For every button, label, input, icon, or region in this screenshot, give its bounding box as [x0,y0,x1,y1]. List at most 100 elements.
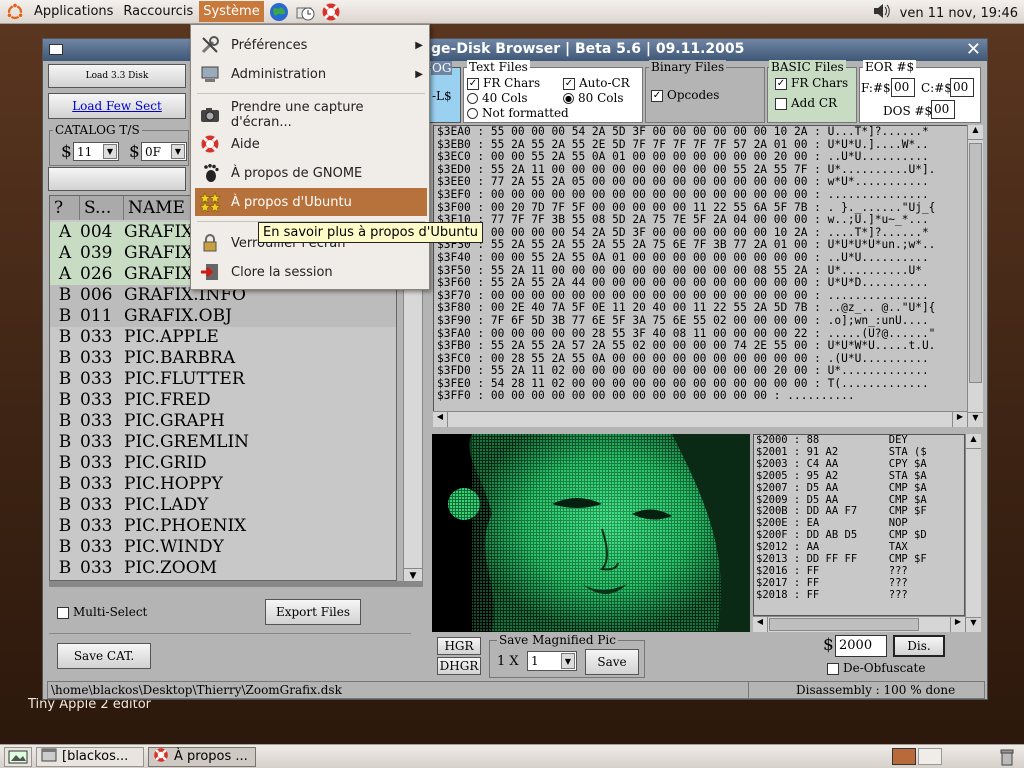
hex-view[interactable]: $3EA0 : 55 00 00 00 54 2A 5D 3F 00 00 00… [433,125,981,427]
file-sectors: 033 [80,453,113,473]
window-icon [41,748,57,766]
load-few-sect-button[interactable]: Load Few Sect [48,93,186,119]
magnify-select[interactable]: 1 ▼ [527,651,577,671]
taskbar-item-about[interactable]: À propos ... [148,746,256,767]
scroll-up-icon[interactable]: ▲ [968,125,983,140]
eor-c-input[interactable]: 00 [950,78,974,97]
checkbox-checked: ✓ [651,89,663,102]
export-files-button[interactable]: Export Files [265,599,361,625]
workspace-1[interactable] [892,748,916,765]
disasm-vertical-scrollbar[interactable]: ▲ ▼ [965,434,981,632]
save-catalog-button[interactable]: Save CAT. [57,643,151,669]
cols80-label: 80 Cols [578,91,624,105]
text-fr-chars-checkbox[interactable]: ✓ FR Chars [467,76,540,90]
cols40-radio[interactable]: 40 Cols [467,91,528,105]
systeme-dropdown-menu: Préférences ▶ Administration ▶ Prendre une… [190,24,430,290]
hex-vertical-scrollbar[interactable]: ▲ ▼ [967,125,983,427]
hgr-button[interactable]: HGR [437,637,481,655]
file-name: PIC.PHOENIX [124,516,247,536]
close-icon[interactable]: ✕ [966,39,981,60]
opcodes-checkbox[interactable]: ✓ Opcodes [651,88,719,102]
load-disk-button[interactable]: Load 3.3 Disk [48,64,186,88]
menu-item-screenshot[interactable]: Prendre une capture d'écran... [195,100,427,130]
col-sectors-header[interactable]: S... [80,196,124,220]
catalog-row[interactable]: B 033 PIC.LADY [50,495,396,516]
workspace-2[interactable] [918,748,942,765]
text-files-label: Text Files [467,60,530,74]
catalog-row[interactable]: B 033 PIC.APPLE [50,327,396,348]
volume-icon[interactable] [872,3,892,23]
file-name: PIC.BARBRA [124,348,236,368]
disasm-line: $2018 : FF ??? [756,588,908,601]
cols80-radio[interactable]: ● 80 Cols [563,91,624,105]
catalog-row[interactable]: B 033 PIC.GRID [50,453,396,474]
menu-item-preferences[interactable]: Préférences ▶ [195,31,427,59]
catalog-row[interactable]: B 011 GRAFIX.OBJ [50,306,396,327]
catalog-row[interactable]: B 033 PIC.BARBRA [50,348,396,369]
scroll-right-icon[interactable]: ▶ [952,412,967,427]
multi-select-checkbox[interactable]: Multi-Select [57,605,147,619]
catalog-row[interactable]: B 033 PIC.PHOENIX [50,516,396,537]
menu-raccourcis[interactable]: Raccourcis [119,1,197,22]
menu-systeme[interactable]: Système [199,1,264,22]
file-sectors: 033 [80,537,113,557]
trash-icon[interactable] [998,748,1018,766]
dos-input[interactable]: 00 [931,100,955,119]
dhgr-button[interactable]: DHGR [437,657,481,675]
menu-item-administration[interactable]: Administration ▶ [195,60,427,88]
window-menu-icon[interactable] [49,44,63,55]
scroll-down-icon[interactable]: ▼ [968,412,983,427]
show-desktop-button[interactable] [4,746,32,767]
taskbar-item-terminal[interactable]: [blackos... [36,746,144,767]
scroll-up-icon[interactable]: ▲ [966,434,981,449]
catalog-row[interactable]: B 033 PIC.WINDY [50,537,396,558]
web-browser-globe-icon[interactable] [268,2,290,22]
disasm-line: $2007 : D5 AA CMP $A [756,481,927,494]
file-type: B [58,369,72,389]
window-titlebar[interactable]: ge-Disk Browser | Beta 5.6 | 09.11.2005 … [43,39,987,61]
disasm-horizontal-scrollbar[interactable]: ◀ ▶ [753,616,965,632]
catalog-row[interactable]: B 033 PIC.FLUTTER [50,369,396,390]
add-cr-label: Add CR [791,96,838,110]
auto-cr-checkbox[interactable]: ✓ Auto-CR [563,76,630,90]
menu-item-aide[interactable]: Aide [195,130,427,158]
menu-item-about-gnome[interactable]: À propos de GNOME [195,159,427,187]
eor-f-input[interactable]: 00 [891,78,915,97]
scroll-thumb[interactable] [969,143,982,383]
menu-item-about-ubuntu[interactable]: À propos d'Ubuntu [195,188,427,216]
aide-label: Aide [231,136,260,152]
address-input[interactable]: 2000 [835,635,887,657]
scroll-thumb[interactable] [769,618,919,631]
add-cr-checkbox[interactable]: Add CR [775,96,837,110]
catalog-sector-select[interactable]: 0F ▼ [141,142,187,161]
col-type-header[interactable]: ? [50,196,80,220]
clock[interactable]: ven 11 nov, 19:46 [900,6,1018,21]
file-type: B [58,327,72,347]
de-obfuscate-checkbox[interactable]: De-Obfuscate [827,661,925,675]
catalog-row[interactable]: B 033 PIC.GREMLIN [50,432,396,453]
help-lifebuoy-icon[interactable] [320,2,342,22]
ubuntu-logo-icon[interactable] [6,2,24,21]
disassembly-view[interactable]: $2000 : 88 DEY $2001 : 91 A2 STA ($ $2003 … [753,434,965,616]
status-bar: \home\blackos\Desktop\Thierry\ZoomGrafix… [47,681,985,699]
catalog-row[interactable]: B 033 PIC.GRAPH [50,411,396,432]
scroll-left-icon[interactable]: ◀ [753,617,768,632]
catalog-action-button[interactable] [48,167,186,191]
save-pic-button[interactable]: Save [585,649,639,675]
catalog-row[interactable]: B 033 PIC.ZOOM [50,558,396,579]
catalog-track-select[interactable]: 11 ▼ [73,142,119,161]
mail-clock-icon[interactable] [294,2,316,22]
dollar-sign: $ [61,142,72,162]
basic-fr-chars-checkbox[interactable]: ✓ FR Chars [775,76,848,90]
scroll-right-icon[interactable]: ▶ [950,617,965,632]
hex-horizontal-scrollbar[interactable]: ◀ ▶ [433,411,967,427]
menu-item-logout[interactable]: Clore la session [195,258,427,286]
scroll-down-icon[interactable]: ▼ [966,617,981,632]
not-formatted-radio[interactable]: Not formatted [467,106,569,120]
catalog-row[interactable]: B 033 PIC.HOPPY [50,474,396,495]
scroll-left-icon[interactable]: ◀ [433,412,448,427]
disassemble-button[interactable]: Dis. [893,635,945,657]
catalog-row[interactable]: B 033 PIC.FRED [50,390,396,411]
menu-applications[interactable]: Applications [30,1,117,22]
dollar-sign-2: $ [129,142,140,162]
